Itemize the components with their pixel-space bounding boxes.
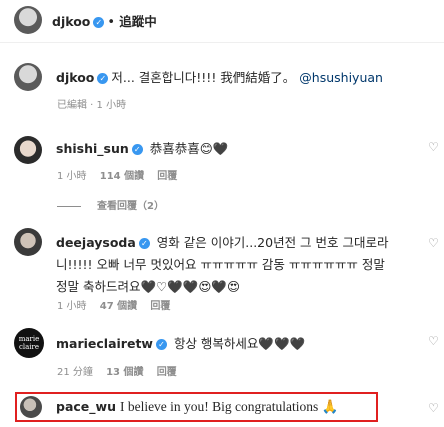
header-bar: djkoo ✓ • 追蹤中 bbox=[52, 11, 157, 30]
comment-body: 恭喜恭喜😊🖤 bbox=[149, 141, 229, 156]
comment-username[interactable]: marieclairetw bbox=[56, 336, 153, 351]
comment-likes[interactable]: 13 個讚 bbox=[106, 367, 143, 378]
like-heart-icon[interactable]: ♡ bbox=[428, 236, 439, 250]
verified-icon: ✓ bbox=[155, 339, 167, 350]
comment-time[interactable]: 21 分鐘 bbox=[57, 367, 93, 378]
marie-claire-logo: marie claire bbox=[18, 335, 40, 351]
comment-shishi-sun: shishi_sun ✓ 恭喜恭喜😊🖤 bbox=[56, 138, 228, 157]
comment-deejaysoda: deejaysoda ✓ 영화 같은 이야기...20년전 그 번호 그대로라 니… bbox=[56, 232, 389, 298]
comment-body: 항상 행복하세요🖤🖤🖤 bbox=[173, 336, 306, 351]
comment-username[interactable]: shishi_sun bbox=[56, 141, 129, 156]
view-replies-line-icon bbox=[57, 205, 81, 207]
caption-username[interactable]: djkoo bbox=[56, 70, 94, 85]
view-replies-button[interactable]: 查看回覆（2） bbox=[57, 197, 164, 212]
verified-icon: ✓ bbox=[97, 73, 109, 84]
comment-avatar-deejaysoda[interactable] bbox=[14, 228, 42, 256]
caption-body: 저... 결혼합니다!!!! 我們結婚了。 bbox=[111, 70, 296, 85]
comment-body-line-3: 정말 축하드려요🖤♡🖤🖤😍🖤😍 bbox=[56, 279, 240, 294]
caption-edited-label: 已編輯 bbox=[57, 100, 87, 111]
like-heart-icon[interactable]: ♡ bbox=[428, 401, 439, 415]
caption-text: djkoo ✓ 저... 결혼합니다!!!! 我們結婚了。 @hsushiyuan bbox=[56, 67, 383, 86]
header-avatar[interactable] bbox=[14, 6, 42, 34]
comment-username[interactable]: pace_wu bbox=[56, 399, 116, 414]
header-separator: • bbox=[107, 15, 116, 30]
comment-meta: 1 小時 47 個讚 回覆 bbox=[57, 297, 170, 312]
comment-meta: 1 小時 114 個讚 回覆 bbox=[57, 167, 177, 182]
caption-time[interactable]: 1 小時 bbox=[97, 100, 127, 111]
comment-meta: 21 分鐘 13 個讚 回覆 bbox=[57, 363, 177, 378]
caption-avatar[interactable] bbox=[14, 63, 42, 91]
reply-button[interactable]: 回覆 bbox=[157, 171, 177, 182]
like-heart-icon[interactable]: ♡ bbox=[428, 334, 439, 348]
view-replies-label: 查看回覆（2） bbox=[97, 201, 164, 212]
comment-avatar-marieclairetw[interactable]: marie claire bbox=[14, 328, 44, 358]
comment-time[interactable]: 1 小時 bbox=[57, 301, 87, 312]
header-username[interactable]: djkoo bbox=[52, 14, 90, 29]
reply-button[interactable]: 回覆 bbox=[157, 367, 177, 378]
caption-mention-link[interactable]: @hsushiyuan bbox=[299, 70, 383, 85]
comment-body-line-1: 영화 같은 이야기...20년전 그 번호 그대로라 bbox=[156, 235, 389, 250]
header-divider bbox=[0, 42, 444, 43]
verified-icon: ✓ bbox=[131, 144, 143, 155]
comment-avatar-shishi-sun[interactable] bbox=[14, 136, 42, 164]
caption-meta: 已編輯 · 1 小時 bbox=[57, 100, 127, 111]
comment-username[interactable]: deejaysoda bbox=[56, 235, 136, 250]
comment-time[interactable]: 1 小時 bbox=[57, 171, 87, 182]
follow-status-button[interactable]: 追蹤中 bbox=[119, 14, 157, 29]
like-heart-icon[interactable]: ♡ bbox=[428, 140, 439, 154]
reply-button[interactable]: 回覆 bbox=[150, 301, 170, 312]
verified-icon: ✓ bbox=[93, 17, 105, 28]
comment-marieclairetw: marieclairetw ✓ 항상 행복하세요🖤🖤🖤 bbox=[56, 333, 305, 352]
comment-likes[interactable]: 47 個讚 bbox=[100, 301, 137, 312]
comment-body-line-2: 니!!!!! 오빠 너무 멋있어요 ㅠㅠㅠㅠㅠ 감동 ㅠㅠㅠㅠㅠㅠ 정말 bbox=[56, 257, 385, 272]
comment-likes[interactable]: 114 個讚 bbox=[100, 171, 144, 182]
comment-line-1: deejaysoda ✓ 영화 같은 이야기...20년전 그 번호 그대로라 bbox=[56, 232, 389, 254]
verified-icon: ✓ bbox=[138, 238, 150, 249]
comment-pace-wu: pace_wu I believe in you! Big congratula… bbox=[56, 399, 338, 415]
comment-avatar-pace-wu[interactable] bbox=[20, 396, 42, 418]
comment-body: I believe in you! Big congratulations 🙏 bbox=[119, 399, 339, 414]
